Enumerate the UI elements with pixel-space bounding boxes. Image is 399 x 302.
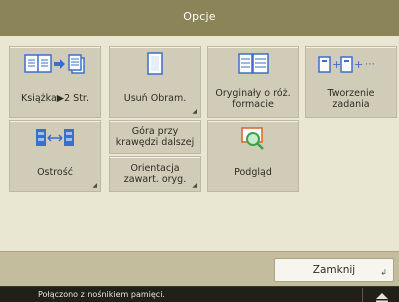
top-far-edge-label: Góra przy krawędzi dalszej [115,126,195,148]
eject-icon[interactable] [374,289,390,302]
svg-text:+: + [354,58,363,71]
close-button[interactable]: Zamknij ↲ [274,258,394,282]
preview-icon [208,121,298,155]
different-size-originals-icon [208,47,298,81]
status-message: Połączono z nośnikiem pamięci. [38,290,165,299]
options-screen: Opcje Książka▶2 Str. Usuń Obram. ◢ Orygi… [0,0,399,302]
window-title: Opcje [183,10,216,23]
status-divider [362,288,363,302]
title-bar: Opcje [0,0,399,36]
preview-button[interactable]: Podgląd [207,120,299,192]
original-orientation-button[interactable]: Orientacja zawart. oryg. ◢ [109,156,201,192]
svg-text:+: + [332,58,341,71]
book-to-two-pages-label: Książka▶2 Str. [21,93,89,104]
sharpness-label: Ostrość [37,167,73,178]
job-build-label: Tworzenie zadania [327,87,375,110]
preview-label: Podgląd [234,167,272,178]
erase-frame-icon [110,47,200,81]
status-bar: Połączono z nośnikiem pamięci. [0,286,399,302]
submenu-arrow-icon: ◢ [92,182,97,189]
close-button-label: Zamknij [312,264,356,276]
different-size-originals-label: Oryginały o róż. formacie [215,87,291,110]
options-panel: Książka▶2 Str. Usuń Obram. ◢ Oryginały o [0,36,399,251]
top-far-edge-button[interactable]: Góra przy krawędzi dalszej [109,120,201,154]
different-size-originals-button[interactable]: Oryginały o róż. formacie [207,46,299,118]
return-icon: ↲ [380,268,387,277]
erase-frame-label: Usuń Obram. [123,93,187,104]
submenu-arrow-icon: ◢ [192,108,197,115]
original-orientation-label: Orientacja zawart. oryg. [123,163,187,185]
submenu-arrow-icon: ◢ [192,182,197,189]
svg-text:⋯: ⋯ [365,59,375,70]
job-build-icon: + + ⋯ [306,47,396,81]
job-build-button[interactable]: + + ⋯ Tworzenie zadania [305,46,397,118]
book-to-two-pages-button[interactable]: Książka▶2 Str. [9,46,101,118]
book-to-two-pages-icon [10,47,100,81]
sharpness-button[interactable]: Ostrość ◢ [9,120,101,192]
bottom-bar: Zamknij ↲ [0,251,399,287]
sharpness-icon [10,121,100,155]
erase-frame-button[interactable]: Usuń Obram. ◢ [109,46,201,118]
